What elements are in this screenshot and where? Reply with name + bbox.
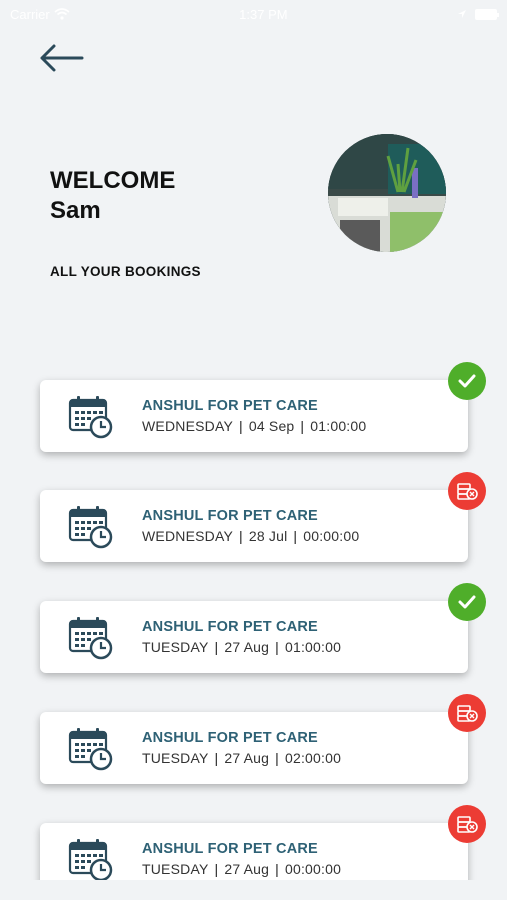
booking-meta: WEDNESDAY | 04 Sep | 01:00:00 xyxy=(142,418,366,434)
separator: | xyxy=(214,861,219,877)
booking-date: 28 Jul xyxy=(248,528,288,544)
booking-date: 27 Aug xyxy=(224,750,270,766)
booking-day: TUESDAY xyxy=(142,861,209,877)
separator: | xyxy=(300,418,305,434)
booking-title: ANSHUL FOR PET CARE xyxy=(142,398,318,414)
money-cancel-icon xyxy=(457,483,478,500)
booking-time: 02:00:00 xyxy=(285,750,342,766)
separator: | xyxy=(239,528,243,544)
separator: | xyxy=(293,528,298,544)
money-cancel-icon xyxy=(457,705,478,722)
booking-card[interactable]: ANSHUL FOR PET CARE WEDNESDAY | 04 Sep | 01:… xyxy=(40,380,468,452)
booking-meta: TUESDAY | 27 Aug | 00:00:00 xyxy=(142,861,341,877)
calendar-clock-icon xyxy=(68,617,113,660)
status-badge-cancelled xyxy=(448,694,486,732)
booking-date: 04 Sep xyxy=(248,418,295,434)
booking-title: ANSHUL FOR PET CARE xyxy=(142,841,318,857)
booking-card[interactable]: ANSHUL FOR PET CARE WEDNESDAY | 28 Jul | 00:… xyxy=(40,490,468,562)
booking-title: ANSHUL FOR PET CARE xyxy=(142,508,318,524)
status-badge-confirmed xyxy=(448,583,486,621)
separator: | xyxy=(275,639,279,655)
booking-meta: TUESDAY | 27 Aug | 01:00:00 xyxy=(142,639,341,655)
booking-title: ANSHUL FOR PET CARE xyxy=(142,619,318,635)
booking-meta: WEDNESDAY | 28 Jul | 00:00:00 xyxy=(142,528,359,544)
status-badge-confirmed xyxy=(448,362,486,400)
booking-title: ANSHUL FOR PET CARE xyxy=(142,730,318,746)
calendar-clock-icon xyxy=(68,839,113,882)
separator: | xyxy=(275,750,279,766)
booking-time: 01:00:00 xyxy=(285,639,342,655)
separator: | xyxy=(239,418,243,434)
status-badge-cancelled xyxy=(448,472,486,510)
booking-day: TUESDAY xyxy=(142,750,209,766)
booking-time: 00:00:00 xyxy=(303,528,360,544)
booking-card[interactable]: ANSHUL FOR PET CARE TUESDAY | 27 Aug | 02:00… xyxy=(40,712,468,784)
check-icon xyxy=(458,595,476,609)
booking-time: 01:00:00 xyxy=(310,418,367,434)
separator: | xyxy=(214,639,219,655)
calendar-clock-icon xyxy=(68,728,113,771)
booking-card[interactable]: ANSHUL FOR PET CARE TUESDAY | 27 Aug | 01:00… xyxy=(40,601,468,673)
booking-time: 00:00:00 xyxy=(285,861,342,877)
booking-day: WEDNESDAY xyxy=(142,418,233,434)
calendar-clock-icon xyxy=(68,396,113,439)
booking-day: TUESDAY xyxy=(142,639,209,655)
bookings-list: ANSHUL FOR PET CARE WEDNESDAY | 04 Sep | 01:… xyxy=(0,0,507,900)
status-badge-cancelled xyxy=(448,805,486,843)
booking-date: 27 Aug xyxy=(224,639,270,655)
money-cancel-icon xyxy=(457,816,478,833)
calendar-clock-icon xyxy=(68,506,113,549)
booking-day: WEDNESDAY xyxy=(142,528,233,544)
check-icon xyxy=(458,374,476,388)
booking-meta: TUESDAY | 27 Aug | 02:00:00 xyxy=(142,750,341,766)
booking-date: 27 Aug xyxy=(224,861,270,877)
separator: | xyxy=(214,750,219,766)
list-bottom-edge xyxy=(0,880,507,900)
separator: | xyxy=(275,861,279,877)
